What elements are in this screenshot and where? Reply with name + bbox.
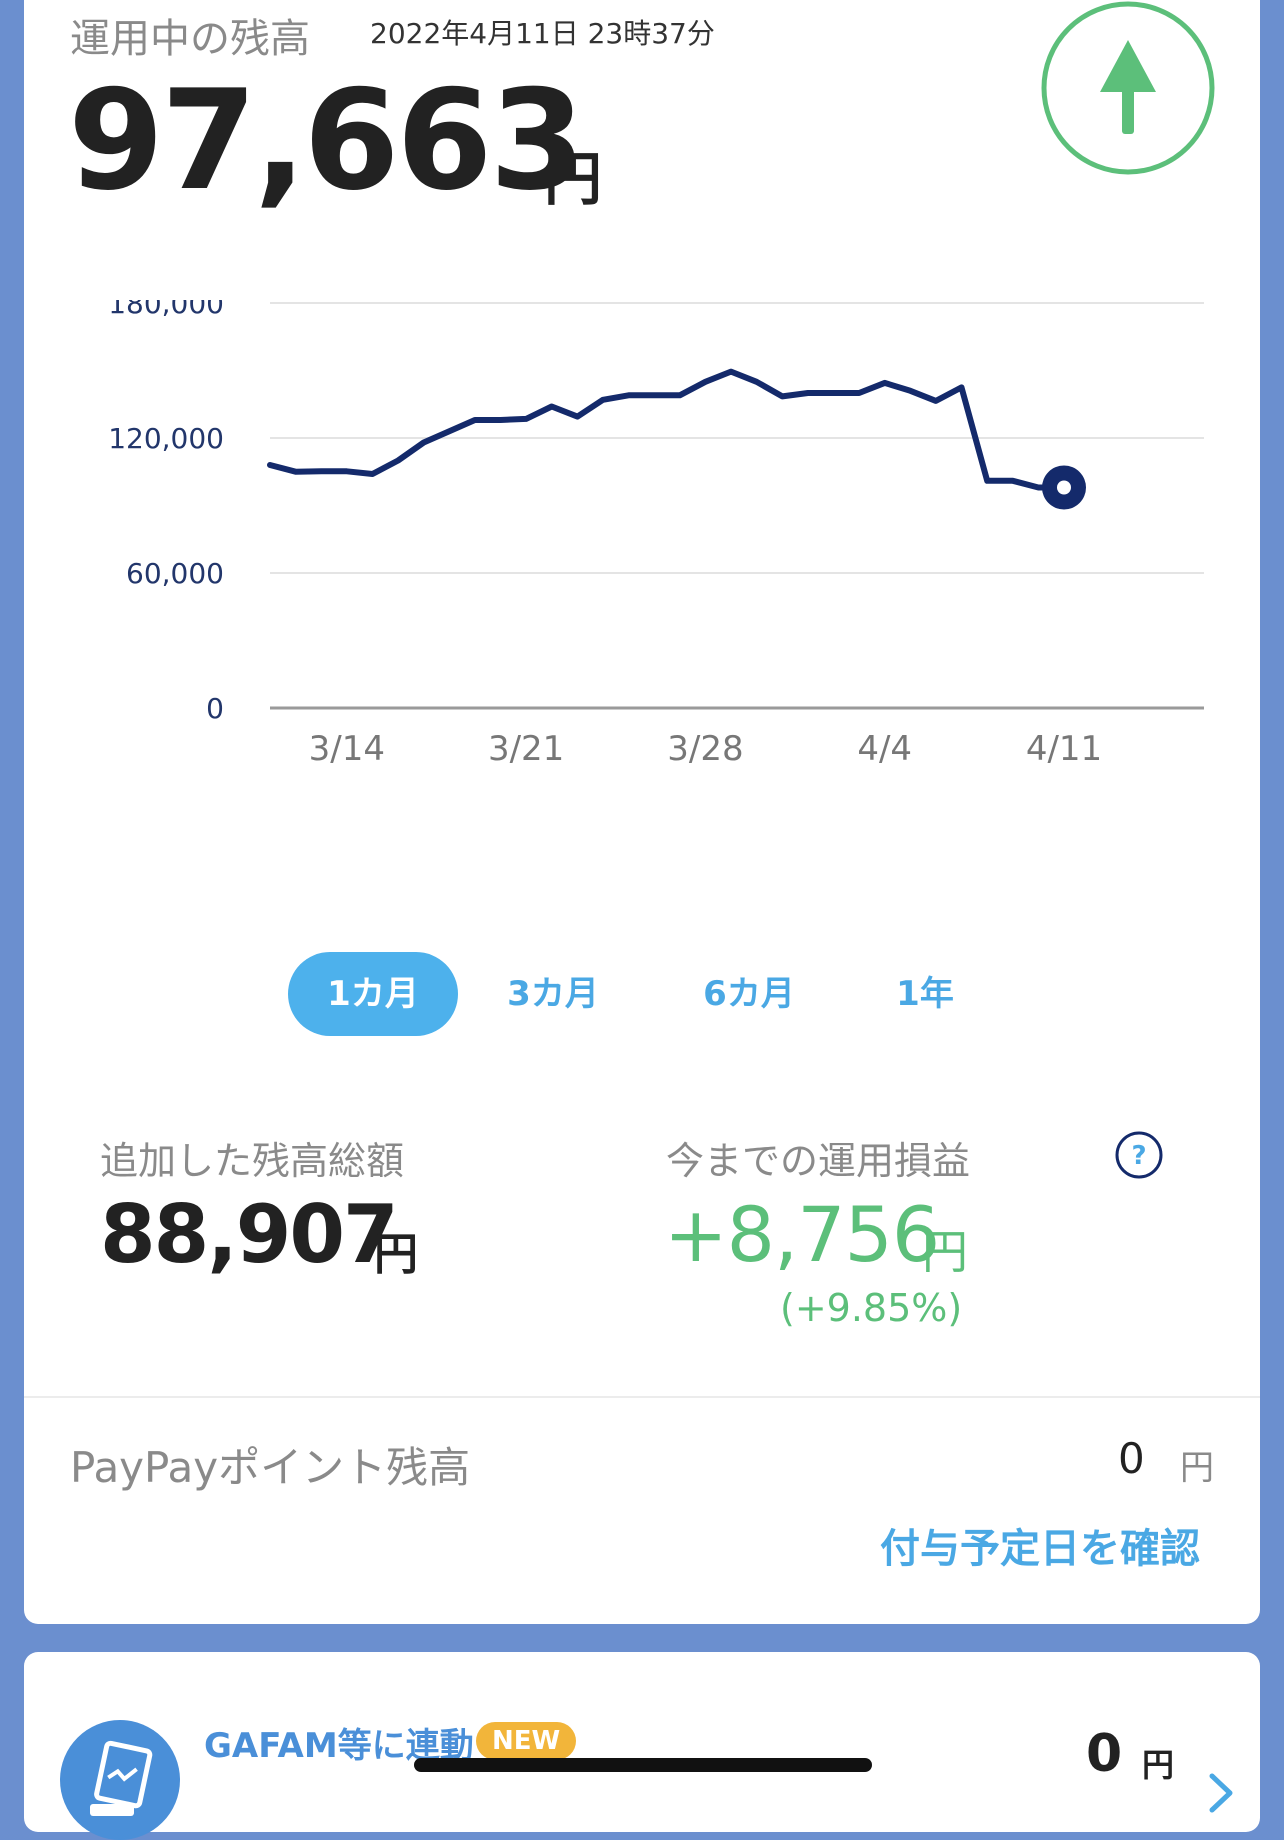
data-point (423, 442, 425, 443)
data-point (448, 430, 450, 432)
data-point (1037, 487, 1039, 488)
added-total-unit: 円 (374, 1229, 418, 1280)
period-tabs: 1カ月 3カ月 6カ月 1年 (288, 952, 1088, 1036)
data-point (1012, 480, 1014, 482)
y-tick-label: 180,000 (108, 300, 224, 320)
chevron-right-icon[interactable] (1202, 1768, 1242, 1818)
new-badge: NEW (476, 1722, 577, 1760)
data-point (986, 480, 988, 482)
points-unit: 円 (1180, 1448, 1214, 1488)
data-point (653, 394, 655, 396)
product-unit: 円 (1142, 1746, 1175, 1784)
data-point (858, 392, 860, 394)
svg-text:?: ? (1131, 1141, 1146, 1171)
divider (24, 1396, 1260, 1398)
y-tick-label: 0 (206, 692, 224, 725)
data-point (832, 392, 834, 394)
y-tick-label: 60,000 (126, 557, 224, 590)
product-card[interactable]: GAFAM等に連動 NEW 0 円 (24, 1652, 1260, 1840)
data-point (602, 399, 604, 401)
points-value: 0 (1118, 1434, 1145, 1483)
x-tick-label: 4/4 (857, 729, 912, 769)
y-tick-label: 120,000 (108, 422, 224, 455)
data-point (781, 395, 783, 397)
data-point (576, 416, 578, 418)
x-tick-label: 4/11 (1026, 729, 1102, 769)
data-point (371, 473, 373, 475)
data-point (679, 394, 681, 396)
tab-6-months[interactable]: 6カ月 (674, 952, 824, 1036)
data-point (500, 419, 502, 421)
balance-series-line (267, 368, 1067, 491)
data-point (474, 419, 476, 421)
data-point (295, 471, 297, 473)
up-arrow-circle-icon (1041, 1, 1215, 175)
tab-1-year[interactable]: 1年 (860, 952, 990, 1036)
balance-value: 97,663 (68, 60, 586, 221)
points-schedule-link[interactable]: 付与予定日を確認 (880, 1516, 1200, 1574)
data-point (730, 371, 732, 373)
data-point (551, 406, 553, 407)
data-point (704, 381, 706, 383)
pnl-value: +8,756 (664, 1190, 940, 1279)
tab-1-month[interactable]: 1カ月 (288, 952, 458, 1036)
data-point (269, 464, 271, 466)
pnl-unit: 円 (922, 1225, 968, 1279)
data-point (961, 386, 963, 388)
product-icon (60, 1720, 180, 1840)
balance-timestamp: 2022年4月11日 23時37分 (370, 17, 715, 50)
data-point (346, 470, 348, 472)
document-chart-icon (90, 1740, 153, 1816)
product-value: 0 (1086, 1724, 1123, 1784)
data-point (628, 394, 630, 396)
balance-unit: 円 (544, 145, 603, 213)
end-point-marker-center (1057, 480, 1071, 495)
data-point (397, 460, 399, 461)
data-point (320, 470, 322, 472)
x-tick-label: 3/21 (488, 729, 564, 769)
data-point (884, 382, 886, 384)
data-point (807, 392, 809, 394)
balance-label: 運用中の残高 (70, 16, 310, 62)
home-indicator (414, 1758, 872, 1772)
balance-line-chart: 180,000 120,000 60,000 0 3/14 3/21 3/28 4/4 4/1… (108, 300, 1204, 769)
data-point (525, 418, 527, 420)
pnl-label: 今までの運用損益 (666, 1139, 971, 1183)
x-tick-label: 3/28 (667, 729, 743, 769)
pnl-percent: (+9.85%) (780, 1286, 963, 1330)
added-total-label: 追加した残高総額 (100, 1139, 405, 1183)
balance-card: 運用中の残高 2022年4月11日 23時37分 97,663 円 180,00… (24, 0, 1260, 1624)
added-total-value: 88,907 (100, 1188, 399, 1281)
data-point (756, 381, 758, 383)
tab-3-months[interactable]: 3カ月 (478, 952, 628, 1036)
data-point (909, 390, 911, 392)
question-circle-icon[interactable]: ? (1114, 1130, 1164, 1180)
points-label: PayPayポイント残高 (70, 1443, 471, 1492)
x-tick-label: 3/14 (309, 729, 385, 769)
data-point (935, 400, 937, 402)
